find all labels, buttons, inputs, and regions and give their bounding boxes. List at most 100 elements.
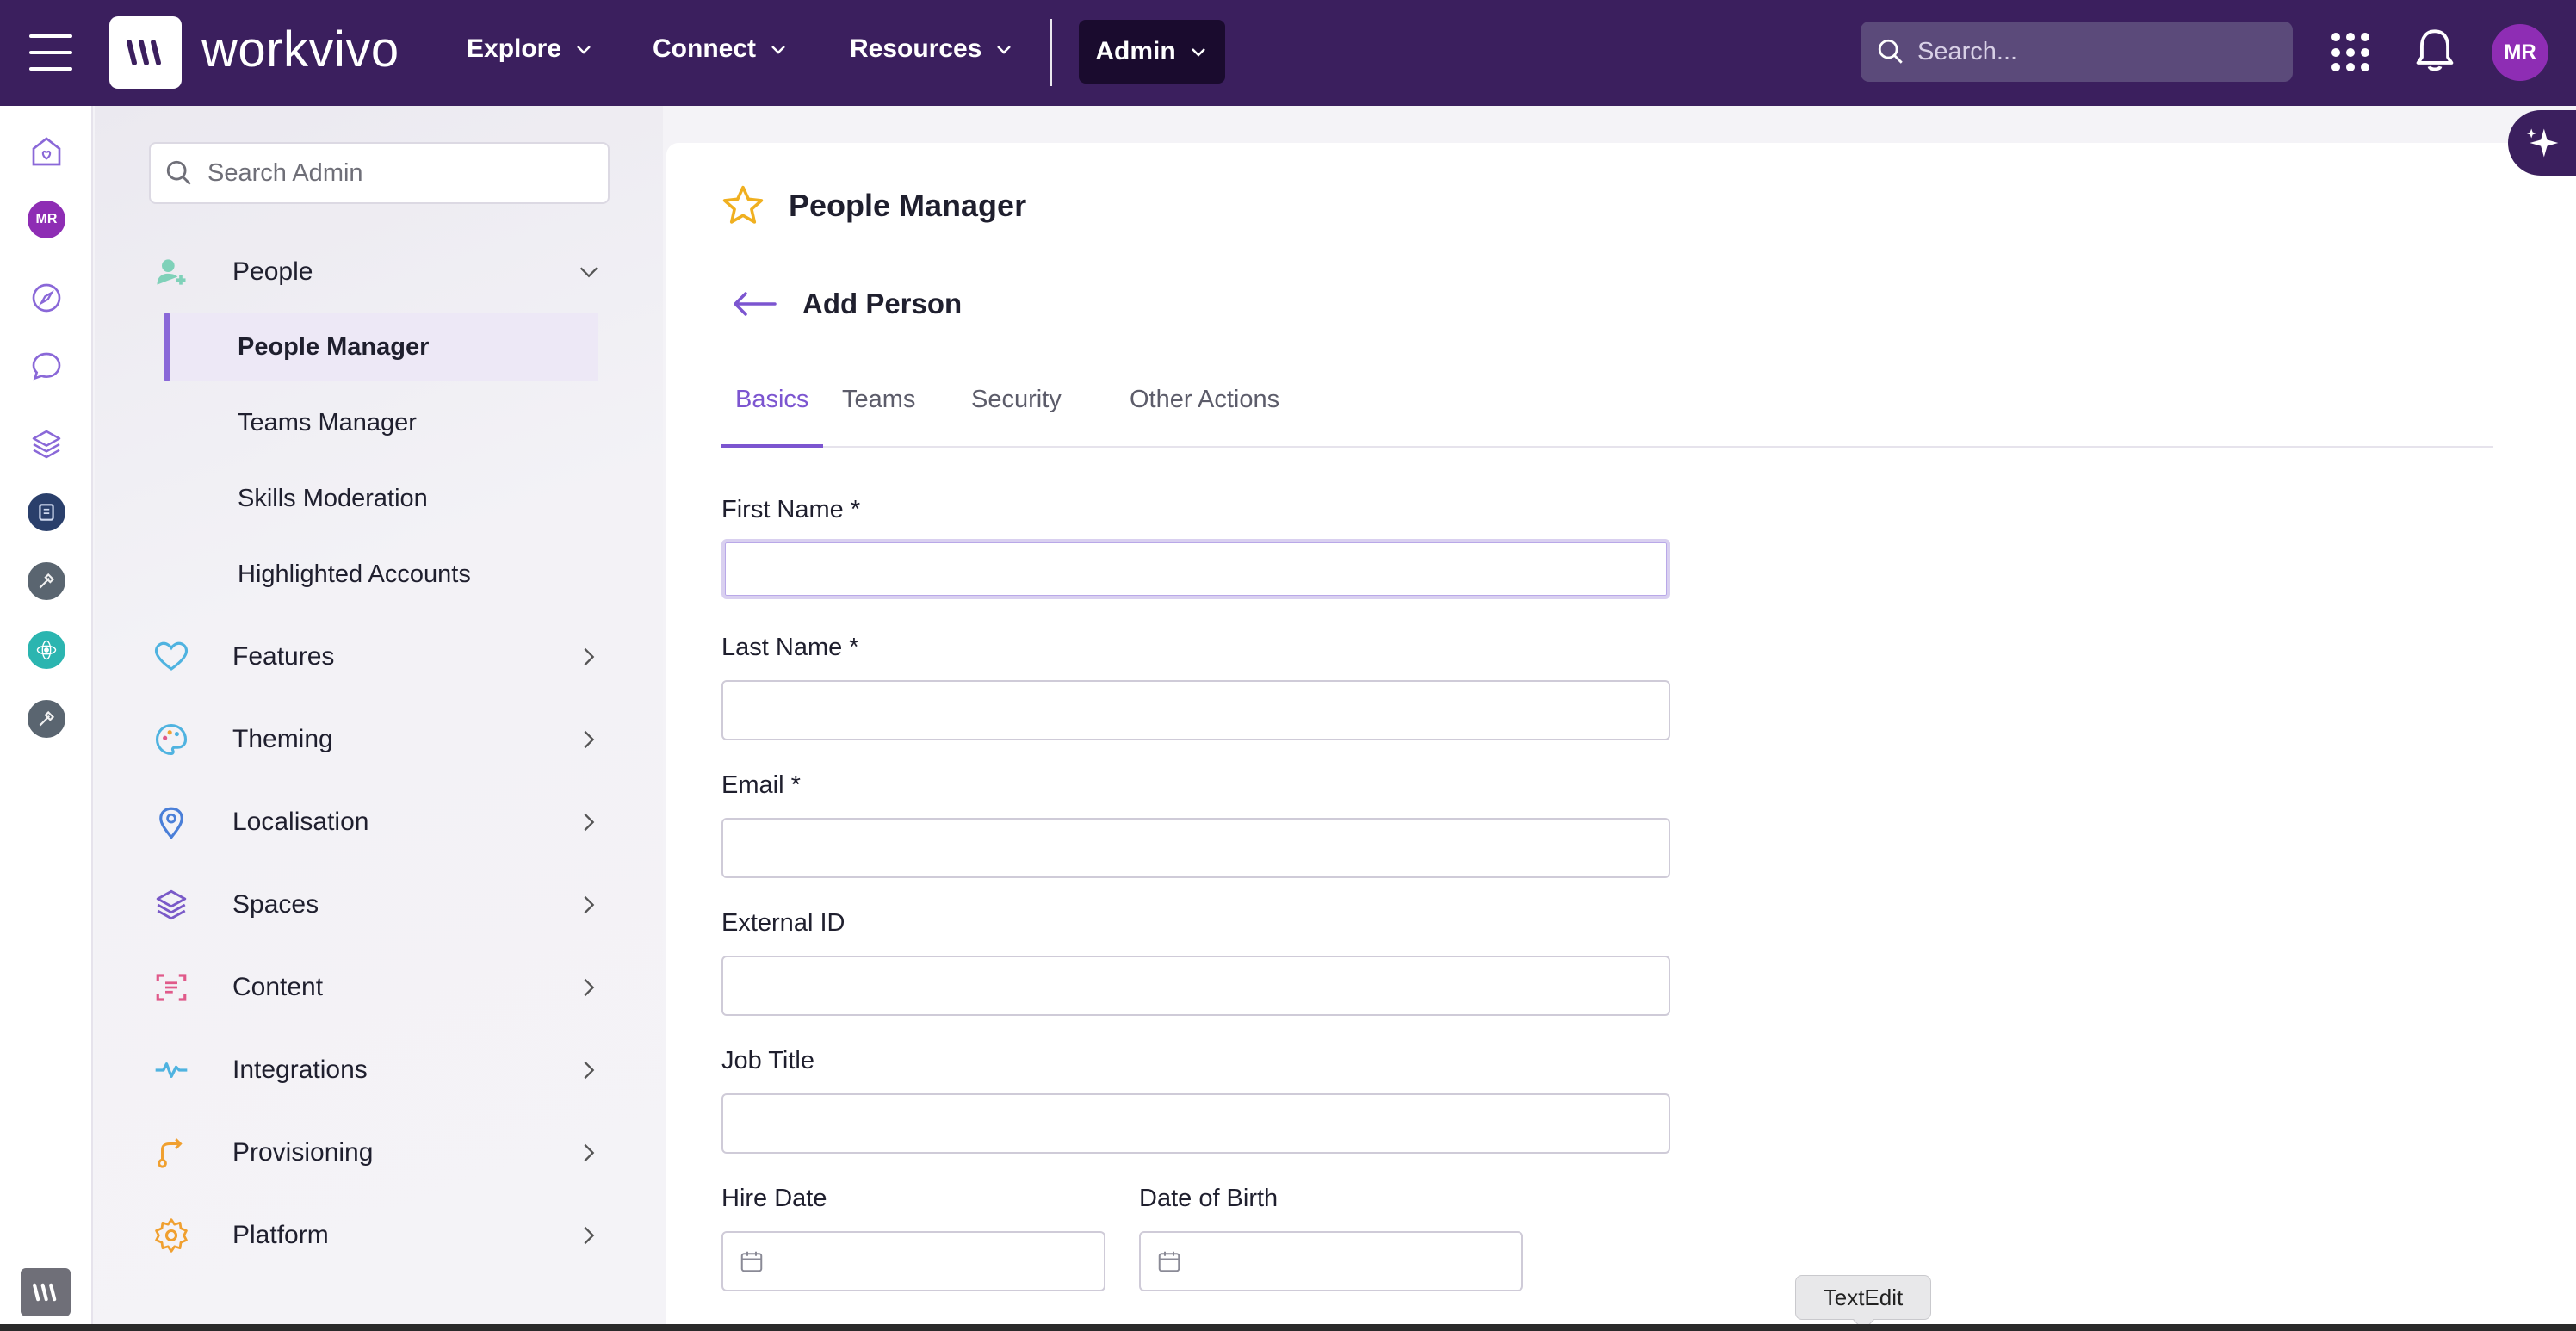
date-of-birth-field[interactable] [1139,1231,1523,1291]
chat-bubble-icon[interactable] [29,350,64,384]
admin-menu-button[interactable]: Admin [1079,20,1225,84]
external-id-field[interactable] [721,956,1670,1016]
space-tools-icon[interactable] [28,700,65,738]
sidebar-section-label: People [232,257,313,286]
chevron-right-icon [584,730,595,749]
sidebar-section-localisation[interactable]: Localisation [95,792,663,852]
admin-search-input[interactable] [207,158,604,188]
chevron-right-icon [584,978,595,997]
sidebar-section-features[interactable]: Features [95,627,663,687]
workvivo-mini-logo-icon[interactable] [21,1268,71,1316]
sidebar-section-provisioning[interactable]: Provisioning [95,1123,663,1183]
chevron-right-icon [584,647,595,666]
sidebar-section-label: Spaces [232,890,319,919]
global-search[interactable] [1861,22,2293,82]
sidebar-section-platform[interactable]: Platform [95,1205,663,1266]
user-avatar[interactable]: MR [2492,24,2548,81]
tab-label: Basics [735,386,809,413]
rail-avatar[interactable]: MR [28,201,65,238]
space-tools-icon[interactable] [28,562,65,600]
nav-divider [1050,19,1052,86]
space-book-icon[interactable] [28,493,65,531]
chevron-right-icon [584,1061,595,1080]
back-button[interactable]: Add Person [732,288,962,320]
top-bar: workvivo Explore Connect Resources Admin… [0,0,2576,106]
sidebar-section-theming[interactable]: Theming [95,709,663,770]
hamburger-menu-icon[interactable] [29,34,72,71]
notifications-bell-icon[interactable] [2412,28,2457,80]
tab-teams[interactable]: Teams [842,375,915,448]
apps-grid-icon[interactable] [2331,33,2369,72]
layers-icon[interactable] [29,427,64,461]
chevron-down-icon [577,46,591,54]
calendar-icon [1158,1251,1180,1272]
sub-title: Add Person [802,288,963,319]
sidebar-section-integrations[interactable]: Integrations [95,1040,663,1100]
job-title-field[interactable] [721,1093,1670,1154]
admin-search[interactable] [149,142,610,204]
workvivo-logo-icon[interactable] [109,16,182,89]
search-icon [166,160,191,185]
sidebar-section-label: Integrations [232,1056,368,1084]
tab-label: Other Actions [1130,386,1280,413]
sidebar-section-content[interactable]: Content [95,957,663,1018]
home-heart-icon[interactable] [29,134,64,169]
sidebar-item-label: People Manager [238,332,430,361]
main-panel: People Manager Add Person Basics Teams S… [666,143,2576,1331]
admin-sidebar: People People Manager Teams Manager Skil… [95,106,663,1331]
hire-date-field[interactable] [721,1231,1105,1291]
external-id-label: External ID [721,909,845,937]
last-name-field[interactable] [721,680,1670,740]
sidebar-section-label: Content [232,973,324,1001]
admin-label: Admin [1095,37,1176,65]
job-title-label: Job Title [721,1047,814,1074]
chevron-down-icon [1191,48,1205,57]
compass-icon[interactable] [29,281,64,315]
sidebar-item-people-manager[interactable]: People Manager [164,313,598,381]
tab-security[interactable]: Security [971,375,1062,448]
space-atom-icon[interactable] [28,631,65,669]
email-field[interactable] [721,818,1670,878]
sidebar-section-people[interactable]: People [95,242,663,302]
first-name-field[interactable] [721,539,1670,599]
tab-label: Security [971,386,1062,413]
brand-name: workvivo [201,22,399,77]
sidebar-section-label: Localisation [232,808,369,836]
sidebar-section-label: Theming [232,725,333,753]
pulse-icon [152,1050,191,1090]
sidebar-item-teams-manager[interactable]: Teams Manager [164,389,598,456]
sidebar-section-spaces[interactable]: Spaces [95,875,663,935]
sidebar-item-skills-moderation[interactable]: Skills Moderation [164,465,598,532]
heart-icon [152,637,191,677]
sidebar-section-label: Features [232,642,335,671]
dock-tooltip: TextEdit [1795,1275,1931,1320]
star-icon[interactable] [720,183,766,229]
nav-resources-label: Resources [850,34,982,63]
nav-resources[interactable]: Resources [850,34,1014,64]
sidebar-item-label: Teams Manager [238,408,417,436]
tab-bar: Basics Teams Security Other Actions [721,375,2493,448]
tab-label: Teams [842,386,916,413]
dock-strip [0,1324,2576,1331]
nav-connect[interactable]: Connect [653,34,789,64]
search-icon [1878,39,1903,64]
sidebar-item-label: Highlighted Accounts [238,560,471,588]
palette-icon [152,720,191,759]
nav-explore[interactable]: Explore [467,34,594,64]
chevron-down-icon [579,267,598,278]
arrow-left-icon [734,292,777,316]
global-search-input[interactable] [1917,37,2262,66]
route-icon [152,1133,191,1173]
ai-assistant-sparkle-icon[interactable] [2508,110,2576,176]
calendar-icon [740,1251,763,1272]
first-name-label: First Name * [721,496,861,523]
chevron-right-icon [584,813,595,832]
layers-icon [152,885,191,925]
left-rail: MR [0,106,93,1331]
tab-basics[interactable]: Basics [721,375,823,448]
page-title: People Manager [789,188,1027,223]
chevron-right-icon [584,1226,595,1245]
tab-other-actions[interactable]: Other Actions [1130,375,1279,448]
nav-explore-label: Explore [467,34,562,63]
sidebar-item-highlighted-accounts[interactable]: Highlighted Accounts [164,541,598,608]
